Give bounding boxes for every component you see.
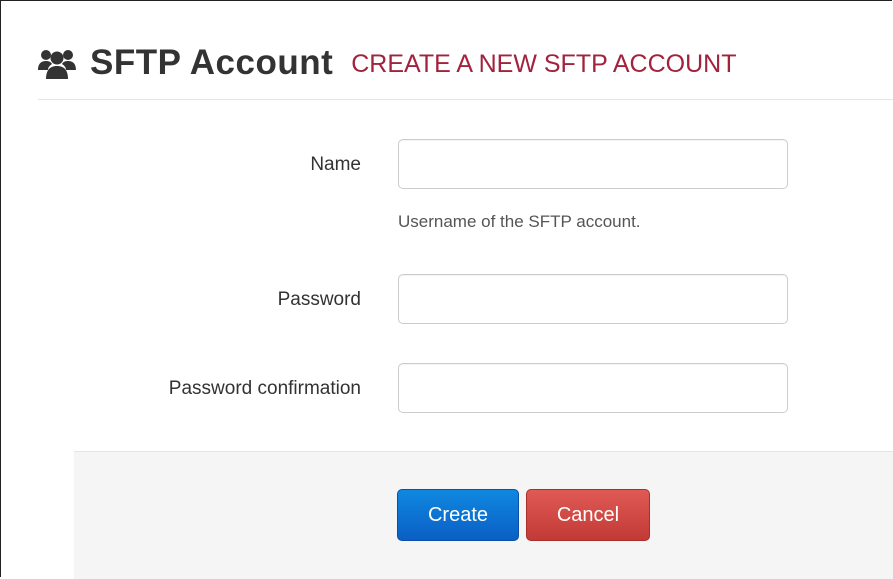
- users-icon: [38, 46, 76, 80]
- page-header: SFTP Account CREATE A NEW SFTP ACCOUNT: [38, 38, 737, 88]
- password-confirmation-input[interactable]: [398, 363, 788, 413]
- name-label: Name: [310, 154, 361, 175]
- password-confirmation-label: Password confirmation: [168, 378, 361, 399]
- page-title: SFTP Account: [90, 43, 334, 82]
- header-divider: [38, 99, 893, 100]
- form-actions: Create Cancel: [74, 451, 893, 579]
- page-subtitle: CREATE A NEW SFTP ACCOUNT: [351, 49, 737, 78]
- password-input[interactable]: [398, 274, 788, 324]
- name-help-text: Username of the SFTP account.: [398, 212, 641, 231]
- cancel-button[interactable]: Cancel: [526, 489, 650, 541]
- name-input[interactable]: [398, 139, 788, 189]
- password-label: Password: [277, 289, 361, 310]
- create-button[interactable]: Create: [397, 489, 519, 541]
